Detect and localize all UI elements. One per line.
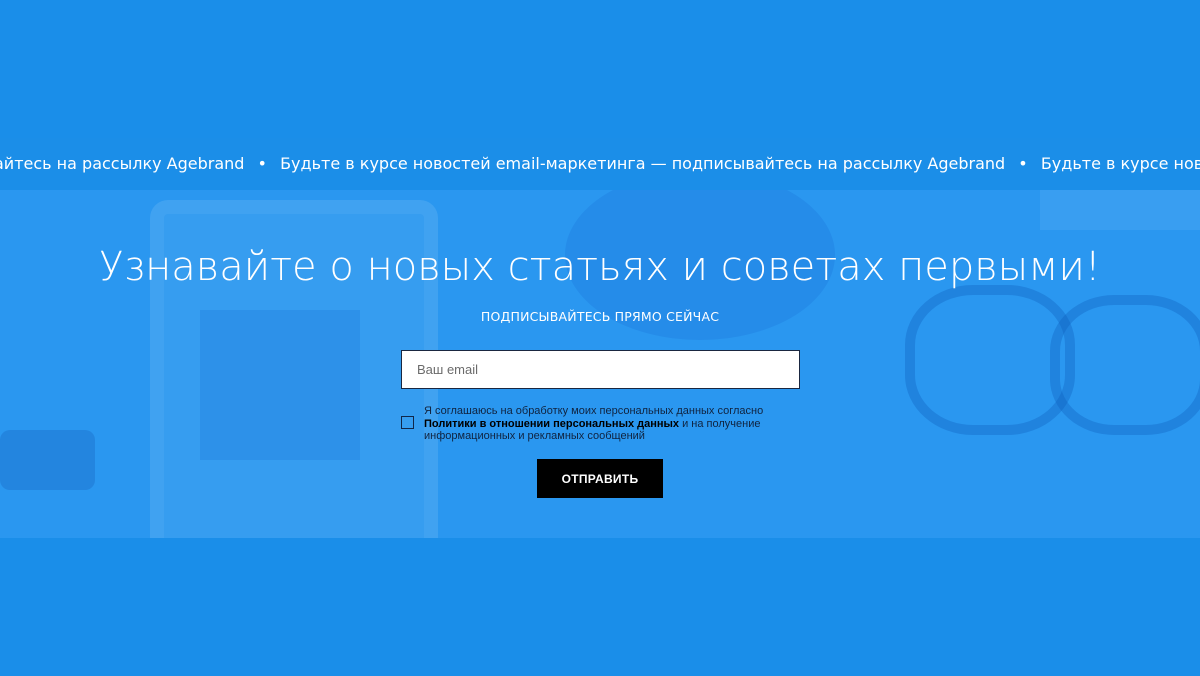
ticker-track: айтесь на рассылку Agebrand • Будьте в к…	[0, 154, 1200, 174]
consent-text: Я соглашаюсь на обработку моих персональ…	[424, 405, 784, 443]
ticker-separator-icon: •	[1018, 154, 1028, 173]
consent-text-before: Я соглашаюсь на обработку моих персональ…	[424, 405, 764, 417]
subscribe-headline: Узнавайте о новых статьях и советах перв…	[99, 244, 1101, 290]
privacy-policy-link[interactable]: Политики в отношении персональных данных	[424, 418, 679, 430]
consent-checkbox[interactable]	[401, 416, 414, 429]
background-keyboard-decoration	[1040, 190, 1200, 230]
ticker-separator-icon: •	[257, 154, 267, 173]
ticker-segment: Будьте в курсе новостей email-маркетинга…	[280, 154, 1006, 173]
email-input[interactable]	[401, 350, 800, 389]
background-panel-decoration	[200, 310, 360, 460]
ticker-segment: Будьте в курсе новостей email-маркетинга	[1040, 154, 1200, 173]
submit-button[interactable]: ОТПРАВИТЬ	[537, 459, 663, 498]
subscribe-subheadline: ПОДПИСЫВАЙТЕСЬ ПРЯМО СЕЙЧАС	[480, 309, 720, 324]
news-ticker: айтесь на рассылку Agebrand • Будьте в к…	[0, 138, 1200, 190]
background-clips-decoration	[0, 430, 95, 490]
ticker-segment: айтесь на рассылку Agebrand	[0, 154, 245, 173]
